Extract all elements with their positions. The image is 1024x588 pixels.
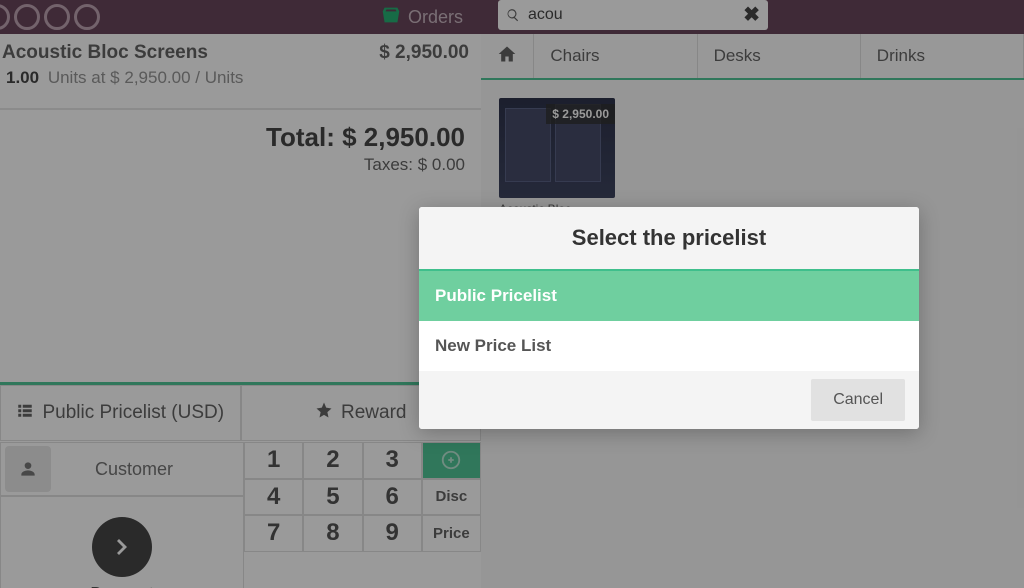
pricelist-option-new[interactable]: New Price List	[419, 321, 919, 371]
modal-title: Select the pricelist	[419, 207, 919, 271]
pricelist-option-public[interactable]: Public Pricelist	[419, 271, 919, 321]
pricelist-modal: Select the pricelist Public Pricelist Ne…	[419, 207, 919, 429]
cancel-button[interactable]: Cancel	[811, 379, 905, 421]
modal-footer: Cancel	[419, 371, 919, 429]
